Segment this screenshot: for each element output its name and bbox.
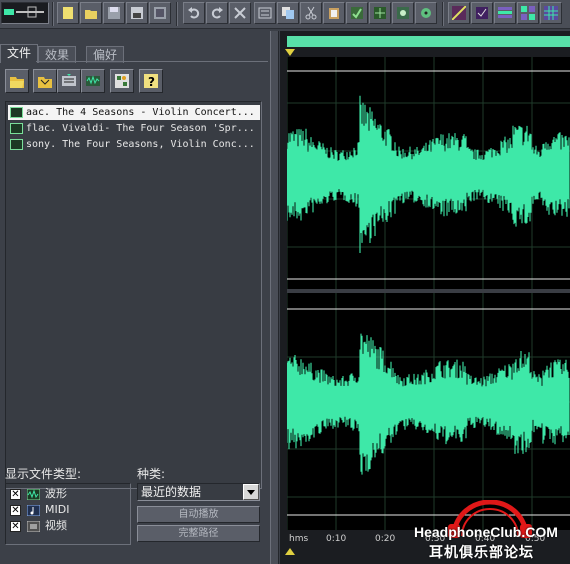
waveform-svg (287, 57, 570, 530)
view-grid-icon[interactable] (540, 2, 562, 24)
waveform-icon (10, 139, 23, 150)
kind-dropdown[interactable]: 最近的数据 (137, 483, 260, 501)
ruler-tick: hms (289, 534, 309, 544)
checkbox-midi[interactable]: ✕ (10, 504, 21, 516)
file-name: aac. The 4 Seasons - Violin Concert... (26, 107, 255, 118)
save-all-icon[interactable] (149, 2, 171, 24)
filter-label: MIDI (45, 503, 70, 516)
scissors-trim-icon[interactable] (229, 2, 251, 24)
redo-icon[interactable] (206, 2, 228, 24)
effect-icon[interactable] (369, 2, 391, 24)
kind-value: 最近的数据 (141, 485, 202, 499)
chevron-down-icon[interactable] (243, 484, 259, 500)
filter-video[interactable]: ✕ 视频 (10, 518, 67, 533)
waveform-icon (10, 123, 23, 134)
copy-icon[interactable] (277, 2, 299, 24)
insert-track-icon (86, 75, 100, 86)
paste-new-icon[interactable] (346, 2, 368, 24)
save-as-icon[interactable] (126, 2, 148, 24)
import-button[interactable] (33, 69, 57, 93)
view-spectral-icon[interactable] (471, 2, 493, 24)
filter-waveform[interactable]: ✕ 波形 (10, 486, 67, 501)
save-icon[interactable] (103, 2, 125, 24)
help-button[interactable]: ? (139, 69, 163, 93)
file-list[interactable]: aac. The 4 Seasons - Violin Concert... f… (5, 101, 262, 489)
edit-mode-toggle[interactable] (1, 2, 49, 24)
open-folder-icon (10, 77, 24, 88)
ruler-tick: 0:20 (375, 534, 396, 544)
list-item[interactable]: sony. The Four Seasons, Violin Conc... (8, 137, 260, 152)
file-name: flac. Vivaldi- The Four Season 'Spr... (26, 123, 255, 134)
checkbox-video[interactable]: ✕ (10, 520, 21, 532)
tab-files[interactable]: 文件 (0, 44, 39, 63)
show-file-types-label: 显示文件类型: (5, 467, 82, 481)
main-toolbar (0, 0, 570, 29)
insert-multitrack-button[interactable] (81, 69, 105, 93)
paste-icon[interactable] (323, 2, 345, 24)
watermark: HeadphoneClub.COM 耳机俱乐部论坛 (414, 500, 570, 561)
checkbox-waveform[interactable]: ✕ (10, 488, 21, 500)
filter-midi[interactable]: ✕ MIDI (10, 502, 69, 517)
autoplay-button[interactable]: 自动播放 (137, 506, 260, 523)
full-path-button[interactable]: 完整路径 (137, 525, 260, 542)
waveform-channel (287, 333, 570, 475)
svg-text:?: ? (148, 75, 155, 89)
kind-label: 种类: (137, 467, 166, 481)
waveform-channel (287, 95, 570, 253)
undo-icon[interactable] (183, 2, 205, 24)
waveform-display[interactable] (287, 57, 570, 530)
file-type-filter: ✕ 波形 ✕ MIDI ✕ 视频 (5, 483, 131, 545)
start-marker-bottom[interactable] (285, 548, 295, 555)
edit-file-icon (115, 74, 129, 88)
view-waveform-icon[interactable] (448, 2, 470, 24)
close-file-button[interactable] (57, 69, 81, 93)
waveform-icon (10, 107, 23, 118)
question-mark-icon: ? (144, 74, 158, 89)
edit-file-button[interactable] (110, 69, 134, 93)
watermark-site: HeadphoneClub.COM (414, 524, 558, 540)
file-name: sony. The Four Seasons, Violin Conc... (26, 139, 255, 150)
waveform-icon (26, 488, 40, 500)
filter-label: 波形 (45, 487, 67, 500)
new-file-icon[interactable] (57, 2, 79, 24)
view-cd-icon[interactable] (517, 2, 539, 24)
view-multitrack-icon[interactable] (494, 2, 516, 24)
midi-note-icon (26, 504, 40, 516)
analyze-icon[interactable] (392, 2, 414, 24)
organizer-panel: 文件 效果 偏好 ? aac. The 4 Seasons - Violin C… (0, 31, 278, 564)
mix-paste-icon[interactable] (254, 2, 276, 24)
open-folder-icon[interactable] (80, 2, 102, 24)
list-item[interactable]: aac. The 4 Seasons - Violin Concert... (8, 105, 260, 120)
ruler-tick: 0:10 (326, 534, 347, 544)
panel-splitter[interactable] (270, 31, 279, 564)
open-file-button[interactable] (5, 69, 29, 93)
start-marker-top[interactable] (285, 49, 295, 56)
import-folder-icon (38, 77, 52, 88)
close-file-icon (62, 74, 76, 86)
watermark-forum: 耳机俱乐部论坛 (429, 545, 534, 561)
organizer-tabs: 文件 效果 偏好 (0, 44, 278, 63)
cut-icon[interactable] (300, 2, 322, 24)
overview-bar[interactable] (287, 36, 570, 47)
filter-label: 视频 (45, 519, 67, 532)
video-icon (26, 520, 40, 532)
play-cd-icon[interactable] (415, 2, 437, 24)
channel-divider (287, 289, 570, 293)
list-item[interactable]: flac. Vivaldi- The Four Season 'Spr... (8, 121, 260, 136)
